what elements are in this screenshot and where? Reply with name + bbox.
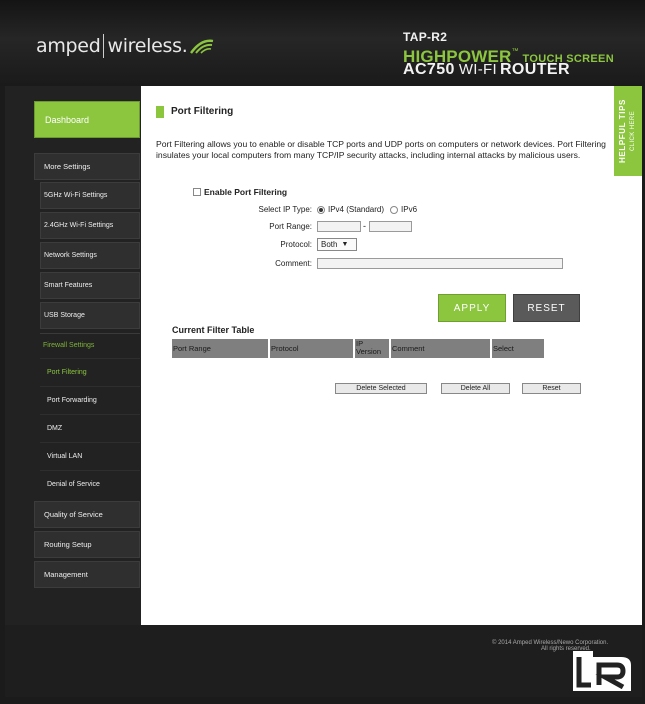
nav-sub-port-filtering[interactable]: Port Filtering (40, 358, 140, 385)
ipv4-label: IPv4 (Standard) (328, 205, 385, 214)
enable-port-filtering-row[interactable]: Enable Port Filtering (193, 187, 287, 197)
nav-item-5ghz[interactable]: 5GHz Wi-Fi Settings (40, 182, 140, 209)
comment-input[interactable] (317, 258, 563, 269)
enable-port-filtering-checkbox[interactable] (193, 188, 201, 196)
nav-sub-port-forwarding[interactable]: Port Forwarding (40, 386, 140, 413)
tips-panel: HELPFUL TIPS CLICK HERE (614, 86, 642, 625)
helpful-tips-tab[interactable]: HELPFUL TIPS CLICK HERE (614, 86, 642, 176)
nav-sub-denial-of-service[interactable]: Denial of Service (40, 470, 140, 497)
protocol-label: Protocol: (280, 240, 312, 249)
logo-separator (103, 34, 105, 58)
ac750-text: AC750 (403, 61, 455, 78)
logo-amped-text: amped (36, 35, 101, 57)
wifi-text: WI-FI (458, 61, 497, 78)
helpful-tips-text: HELPFUL TIPS CLICK HERE (618, 99, 638, 163)
nav-item-24ghz[interactable]: 2.4GHz Wi-Fi Settings (40, 212, 140, 239)
page-title: Port Filtering (171, 106, 234, 117)
model-name: TAP-R2 (403, 30, 448, 44)
protocol-select-value: Both (321, 240, 338, 249)
nav-item-smart-features[interactable]: Smart Features (40, 272, 140, 299)
column-select: Select (492, 339, 544, 358)
protocol-select[interactable]: Both ▼ (317, 238, 357, 251)
nav-sub-dmz[interactable]: DMZ (40, 414, 140, 441)
amped-wireless-logo: amped wireless. (36, 34, 215, 58)
nav-more-settings[interactable]: More Settings (34, 153, 140, 180)
ipv6-radio[interactable] (390, 205, 399, 214)
nav-routing-setup[interactable]: Routing Setup (34, 531, 140, 558)
ipv6-label: IPv6 (401, 205, 418, 214)
enable-port-filtering-label: Enable Port Filtering (204, 187, 288, 197)
wifi-swoosh-icon (190, 39, 214, 54)
ipv4-radio[interactable] (317, 205, 325, 214)
watermark-logo-icon (573, 651, 631, 691)
logo-wireless-text: wireless. (107, 35, 188, 57)
apply-button[interactable]: APPLY (438, 294, 506, 322)
filter-table-title: Current Filter Table (172, 325, 255, 335)
port-range-label: Port Range: (269, 222, 312, 231)
nav-dashboard[interactable]: Dashboard (34, 101, 140, 138)
helpful-tips-sub: CLICK HERE (630, 110, 637, 152)
comment-label: Comment: (275, 259, 312, 268)
nav-item-network[interactable]: Network Settings (40, 242, 140, 269)
port-range-start-input[interactable] (317, 221, 361, 232)
column-protocol: Protocol (270, 339, 353, 358)
column-port-range: Port Range (172, 339, 268, 358)
helpful-tips-title: HELPFUL TIPS (618, 99, 628, 163)
page-description: Port Filtering allows you to enable or d… (156, 139, 606, 161)
nav-quality-of-service[interactable]: Quality of Service (34, 501, 140, 528)
router-tagline: AC750 WI-FI ROUTER (403, 61, 570, 79)
delete-selected-button[interactable]: Delete Selected (335, 383, 427, 394)
nav-firewall-settings[interactable]: Firewall Settings (40, 333, 140, 357)
nav-management[interactable]: Management (34, 561, 140, 588)
nav-item-usb-storage[interactable]: USB Storage (40, 302, 140, 329)
reset-button[interactable]: RESET (513, 294, 580, 322)
trademark-mark: ™ (511, 48, 519, 55)
title-accent-bar (156, 106, 164, 118)
port-range-end-input[interactable] (369, 221, 412, 232)
ip-type-radio-group: IPv4 (Standard) IPv6 (317, 205, 417, 214)
column-comment: Comment (391, 339, 490, 358)
header: amped wireless. TAP-R2 HIGHPOWER™TOUCH S… (0, 0, 645, 86)
footer (5, 625, 642, 697)
port-range-dash: - (363, 221, 366, 231)
ip-type-label: Select IP Type: (258, 205, 312, 214)
reset-table-button[interactable]: Reset (522, 383, 581, 394)
column-ip-version: IP Version (355, 339, 389, 358)
router-text: ROUTER (499, 61, 570, 78)
delete-all-button[interactable]: Delete All (441, 383, 510, 394)
dropdown-arrow-icon: ▼ (341, 241, 349, 248)
nav-sub-virtual-lan[interactable]: Virtual LAN (40, 442, 140, 469)
